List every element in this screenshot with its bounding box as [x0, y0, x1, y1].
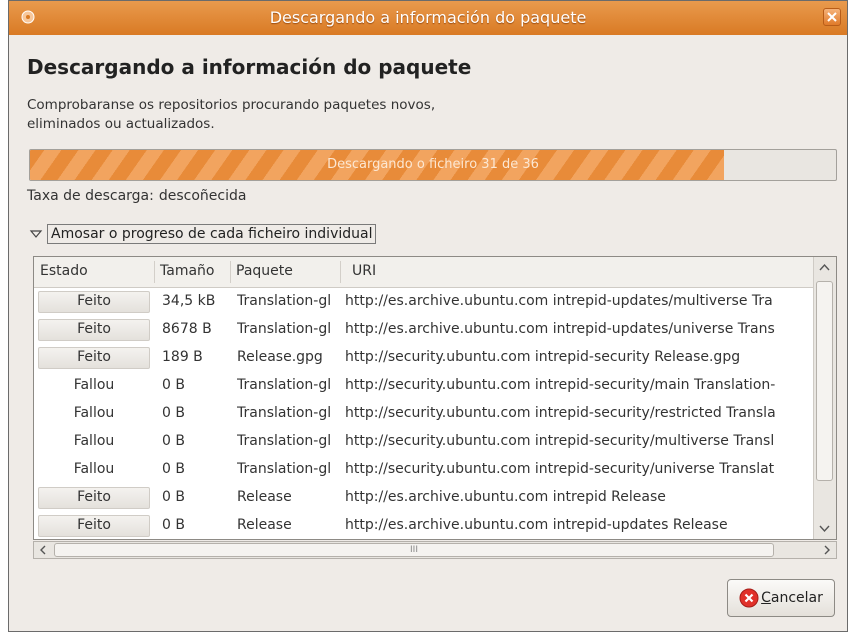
column-separator — [154, 261, 155, 283]
status-cell: Feito — [77, 489, 111, 505]
window-title: Descargando a información do paquete — [269, 8, 587, 27]
column-header-paquete[interactable]: Paquete — [236, 263, 293, 279]
uri-cell: http://security.ubuntu.com intrepid-secu… — [345, 377, 776, 393]
size-cell: 0 B — [162, 405, 185, 421]
status-cell: Feito — [77, 321, 111, 337]
download-rate: Taxa de descarga: descoñecida — [27, 188, 251, 204]
table-row[interactable]: Feito 0 B Release http://es.archive.ubun… — [34, 512, 814, 539]
package-cell: Translation-gl — [237, 293, 332, 309]
file-progress-expander[interactable]: Amosar o progreso de cada ficheiro indiv… — [29, 222, 377, 246]
size-cell: 8678 B — [162, 321, 212, 337]
column-separator — [340, 261, 341, 283]
vertical-scroll-thumb[interactable] — [816, 281, 833, 481]
download-rate-label: Taxa de descarga: — [27, 188, 154, 204]
size-cell: 34,5 kB — [162, 293, 216, 309]
column-header-estado[interactable]: Estado — [40, 263, 88, 279]
uri-cell: http://security.ubuntu.com intrepid-secu… — [345, 461, 775, 477]
scroll-left-icon[interactable] — [36, 543, 50, 557]
status-cell: Fallou — [73, 433, 115, 449]
package-cell: Translation-gl — [237, 433, 332, 449]
column-separator — [230, 261, 231, 283]
download-progress-bar: Descargando o ficheiro 31 de 36 — [29, 149, 837, 181]
uri-cell: http://security.ubuntu.com intrepid-secu… — [345, 405, 776, 421]
expander-arrow-icon — [29, 230, 43, 238]
scroll-up-icon[interactable] — [816, 259, 833, 277]
close-button[interactable] — [823, 8, 841, 26]
file-list-table[interactable]: Estado Tamaño Paquete URI Feito 34,5 kB … — [33, 256, 837, 540]
cancel-icon — [739, 588, 759, 608]
table-header: Estado Tamaño Paquete URI — [34, 257, 814, 288]
scroll-down-icon[interactable] — [816, 519, 833, 537]
close-icon — [827, 12, 837, 22]
uri-cell: http://security.ubuntu.com intrepid-secu… — [345, 433, 775, 449]
package-cell: Translation-gl — [237, 461, 332, 477]
uri-cell: http://security.ubuntu.com intrepid-secu… — [345, 349, 741, 365]
scroll-grip: III — [410, 545, 418, 555]
cancel-label: Cancelar — [761, 590, 823, 606]
horizontal-scrollbar[interactable]: III — [33, 541, 837, 559]
package-cell: Translation-gl — [237, 377, 332, 393]
column-header-tamano[interactable]: Tamaño — [160, 263, 214, 279]
status-cell: Feito — [77, 517, 111, 533]
table-body: Feito 34,5 kB Translation-gl http://es.a… — [34, 288, 814, 539]
table-row[interactable]: Feito 34,5 kB Translation-gl http://es.a… — [34, 288, 814, 316]
description-text: Comprobaranse os repositorios procurando… — [27, 97, 436, 132]
package-cell: Translation-gl — [237, 405, 332, 421]
table-row[interactable]: Fallou 0 B Translation-gl http://securit… — [34, 400, 814, 428]
titlebar[interactable]: Descargando a información do paquete — [9, 1, 847, 35]
cancel-button[interactable]: Cancelar — [727, 579, 835, 617]
size-cell: 0 B — [162, 489, 185, 505]
status-cell: Fallou — [73, 405, 115, 421]
package-cell: Translation-gl — [237, 321, 332, 337]
package-cell: Release — [237, 489, 292, 505]
table-row[interactable]: Feito 189 B Release.gpg http://security.… — [34, 344, 814, 372]
uri-cell: http://es.archive.ubuntu.com intrepid Re… — [345, 489, 666, 505]
scroll-right-icon[interactable] — [820, 543, 834, 557]
uri-cell: http://es.archive.ubuntu.com intrepid-up… — [345, 517, 728, 533]
download-rate-value: descoñecida — [158, 188, 247, 204]
size-cell: 0 B — [162, 377, 185, 393]
uri-cell: http://es.archive.ubuntu.com intrepid-up… — [345, 293, 773, 309]
size-cell: 0 B — [162, 517, 185, 533]
column-header-uri[interactable]: URI — [352, 263, 376, 279]
table-row[interactable]: Feito 8678 B Translation-gl http://es.ar… — [34, 316, 814, 344]
status-cell: Feito — [77, 349, 111, 365]
size-cell: 0 B — [162, 461, 185, 477]
dialog-window: Descargando a información do paquete Des… — [8, 0, 848, 632]
table-row[interactable]: Fallou 0 B Translation-gl http://securit… — [34, 372, 814, 400]
size-cell: 189 B — [162, 349, 203, 365]
package-cell: Release.gpg — [237, 349, 323, 365]
progress-label: Descargando o ficheiro 31 de 36 — [327, 157, 539, 172]
table-row[interactable]: Fallou 0 B Translation-gl http://securit… — [34, 456, 814, 484]
size-cell: 0 B — [162, 433, 185, 449]
status-cell: Feito — [77, 293, 111, 309]
table-row[interactable]: Feito 0 B Release http://es.archive.ubun… — [34, 484, 814, 512]
table-row[interactable]: Fallou 0 B Translation-gl http://securit… — [34, 428, 814, 456]
horizontal-scroll-thumb[interactable]: III — [54, 543, 774, 557]
status-cell: Fallou — [73, 377, 115, 393]
page-title: Descargando a información do paquete — [27, 55, 472, 79]
vertical-scrollbar[interactable] — [813, 257, 836, 539]
uri-cell: http://es.archive.ubuntu.com intrepid-up… — [345, 321, 775, 337]
package-cell: Release — [237, 517, 292, 533]
expander-label[interactable]: Amosar o progreso de cada ficheiro indiv… — [47, 224, 377, 244]
status-cell: Fallou — [73, 461, 115, 477]
